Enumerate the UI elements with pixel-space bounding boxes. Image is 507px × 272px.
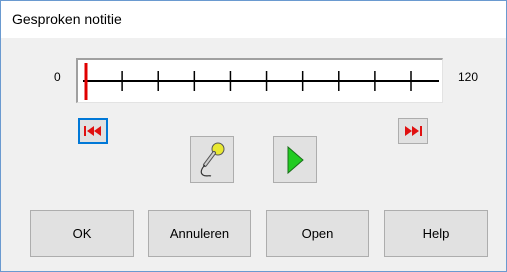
skip-to-end-icon [405, 126, 422, 136]
timeline-max-label: 120 [458, 70, 479, 84]
window-title: Gesproken notitie [12, 11, 122, 27]
record-button[interactable] [190, 136, 234, 183]
timeline-min-label: 0 [54, 70, 61, 84]
timeline-ruler [83, 63, 439, 100]
ok-button[interactable]: OK [30, 210, 134, 257]
timeline-track[interactable] [76, 58, 443, 103]
help-button[interactable]: Help [384, 210, 488, 257]
fast-forward-button[interactable] [398, 118, 428, 144]
voice-note-dialog: Gesproken notitie 0 120 OK Annuleren Ope… [0, 0, 507, 272]
rewind-button[interactable] [78, 118, 108, 144]
skip-to-start-icon [84, 126, 101, 136]
open-button[interactable]: Open [266, 210, 369, 257]
cancel-button[interactable]: Annuleren [148, 210, 251, 257]
play-icon [287, 145, 304, 174]
play-button[interactable] [273, 136, 317, 183]
title-bar[interactable]: Gesproken notitie [1, 1, 506, 38]
microphone-icon [200, 142, 225, 177]
